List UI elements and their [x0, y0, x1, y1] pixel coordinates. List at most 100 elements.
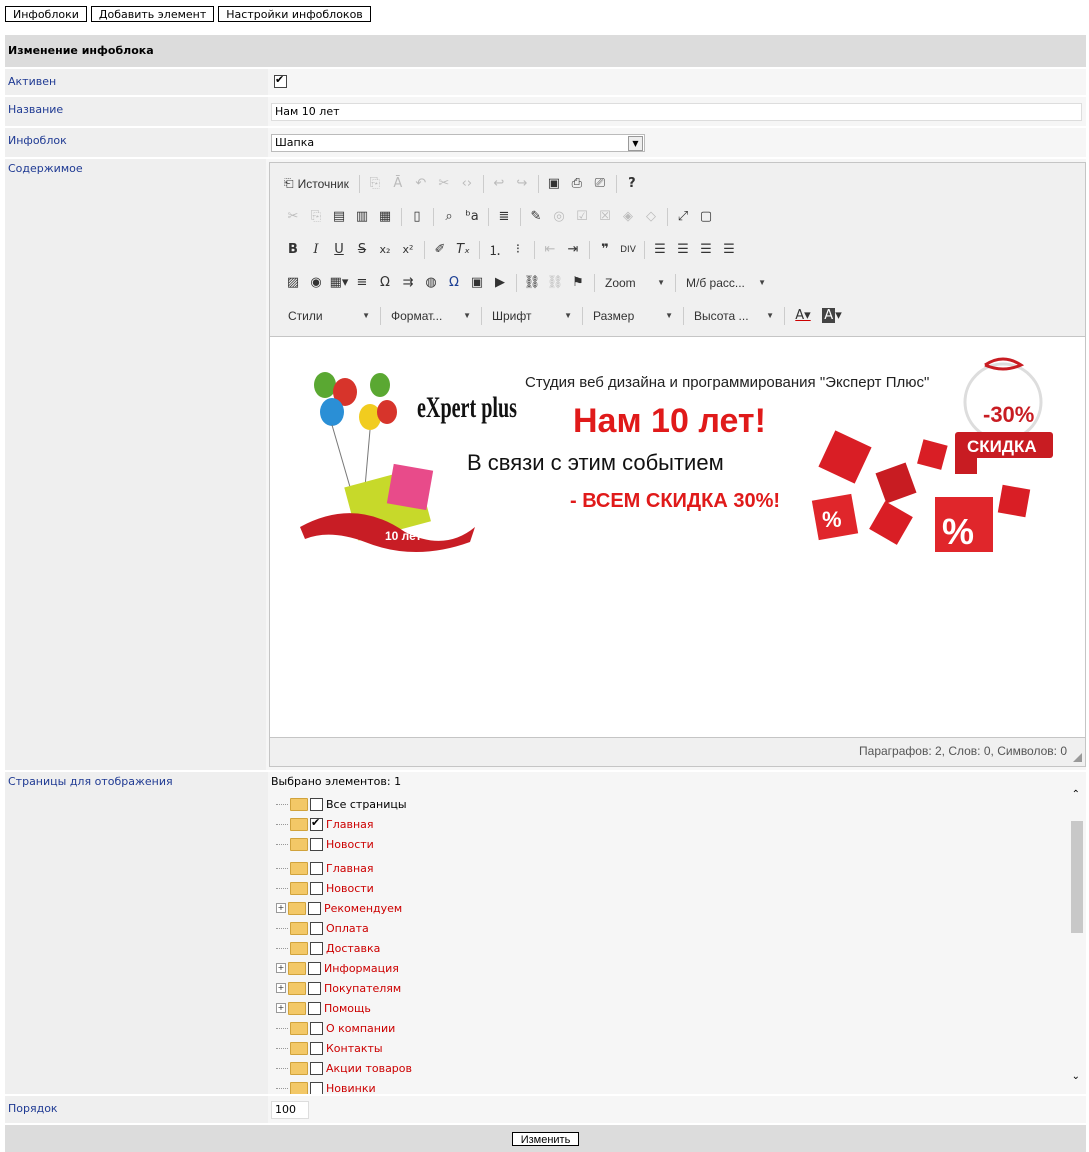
select-all-icon[interactable]: ≣ — [493, 206, 515, 228]
cut-icon[interactable]: ✂ — [282, 206, 304, 228]
search-icon[interactable]: ⌕ — [438, 206, 460, 228]
remove-format-icon[interactable]: Tₓ — [452, 239, 474, 261]
page-checkbox[interactable] — [308, 901, 321, 915]
superscript-icon[interactable]: x² — [397, 239, 419, 261]
page-label[interactable]: Новости — [326, 838, 374, 851]
active-checkbox[interactable] — [274, 73, 287, 88]
scrollbar-thumb[interactable] — [1071, 821, 1083, 933]
page-label[interactable]: Помощь — [324, 1002, 371, 1015]
help-icon[interactable]: ? — [621, 173, 643, 195]
size-combo[interactable]: Размер ▼ — [587, 305, 679, 327]
order-input[interactable]: 100 — [271, 1101, 309, 1119]
textfield-icon[interactable]: ☒ — [594, 206, 616, 228]
page-checkbox[interactable] — [310, 1041, 323, 1055]
indent-icon[interactable]: ⇥ — [562, 239, 584, 261]
page-checkbox[interactable] — [310, 837, 323, 851]
source-button[interactable]: ⎗ Источник — [282, 173, 355, 195]
page-checkbox[interactable] — [310, 941, 323, 955]
undo-icon[interactable]: ↩ — [488, 173, 510, 195]
underline-icon[interactable]: U — [328, 239, 350, 261]
table-icon[interactable]: ▦▾ — [328, 272, 350, 294]
maximize-icon[interactable]: ⤢ — [672, 206, 694, 228]
page-label[interactable]: Новинки — [326, 1082, 376, 1095]
print-icon[interactable]: ⎚ — [589, 173, 611, 195]
unlink-icon[interactable]: ⛓ — [544, 272, 566, 294]
expand-icon[interactable]: + — [276, 983, 286, 993]
font-combo[interactable]: Шрифт ▼ — [486, 305, 578, 327]
mb-combo[interactable]: М/б расс... ▼ — [680, 272, 772, 294]
editor-content[interactable]: 10 лет eXpert plus Студия веб дизайна и … — [270, 336, 1085, 738]
page-label[interactable]: Главная — [326, 818, 374, 831]
page-checkbox[interactable] — [310, 1061, 323, 1075]
align-justify-icon[interactable]: ☰ — [718, 239, 740, 261]
page-label[interactable]: Все страницы — [326, 798, 407, 811]
blockquote-icon[interactable]: ❞ — [594, 239, 616, 261]
replace-icon[interactable]: ᵇa — [461, 206, 483, 228]
template-icon[interactable]: ▯ — [406, 206, 428, 228]
resize-grip-icon[interactable] — [1073, 753, 1082, 762]
tree-scrollbar[interactable] — [1069, 803, 1084, 1093]
italic-icon[interactable]: I — [305, 239, 327, 261]
div-icon[interactable]: DIV — [617, 239, 639, 261]
chevron-down-icon[interactable]: ▼ — [628, 136, 643, 151]
page-label[interactable]: О компании — [326, 1022, 395, 1035]
page-break-icon[interactable]: ⇉ — [397, 272, 419, 294]
special-char-icon[interactable]: Ω — [374, 272, 396, 294]
preview-icon[interactable]: ⎙ — [566, 173, 588, 195]
strike-icon[interactable]: S — [351, 239, 373, 261]
redo-icon[interactable]: ↪ — [511, 173, 533, 195]
scroll-down-icon[interactable]: ⌄ — [1072, 1071, 1080, 1082]
submit-button[interactable]: Изменить — [511, 1131, 580, 1146]
save-template-icon[interactable]: ⎘ — [364, 173, 386, 195]
show-blocks-icon[interactable]: ▢ — [695, 206, 717, 228]
paste-text-icon[interactable]: ▥ — [351, 206, 373, 228]
text-color-icon[interactable]: A▾ — [789, 305, 817, 327]
expand-icon[interactable]: + — [276, 903, 286, 913]
page-label[interactable]: Контакты — [326, 1042, 383, 1055]
select-field-icon[interactable]: ◇ — [640, 206, 662, 228]
copy-format-icon[interactable]: ✐ — [429, 239, 451, 261]
scroll-up-icon[interactable]: ⌃ — [1072, 789, 1080, 800]
zoom-combo[interactable]: Zoom ▼ — [599, 272, 671, 294]
horizontal-line-icon[interactable]: ≡ — [351, 272, 373, 294]
bold-icon[interactable]: B — [282, 239, 304, 261]
bullet-list-icon[interactable]: ⁝ — [507, 239, 529, 261]
gallery-icon[interactable]: ▣ — [466, 272, 488, 294]
outdent-icon[interactable]: ⇤ — [539, 239, 561, 261]
page-checkbox[interactable] — [308, 961, 321, 975]
link-icon[interactable]: ⛓ — [521, 272, 543, 294]
numbered-list-icon[interactable]: ⒈ — [484, 239, 506, 261]
align-right-icon[interactable]: ☰ — [695, 239, 717, 261]
infoblock-settings-button[interactable]: Настройки инфоблоков — [218, 6, 371, 22]
copy-icon[interactable]: ⎘ — [305, 206, 327, 228]
page-checkbox[interactable] — [308, 1001, 321, 1015]
page-checkbox[interactable] — [310, 881, 323, 895]
add-element-button[interactable]: Добавить элемент — [90, 6, 215, 22]
line-height-combo[interactable]: Высота ... ▼ — [688, 305, 780, 327]
omega-icon[interactable]: Ω — [443, 272, 465, 294]
textarea-icon[interactable]: ◈ — [617, 206, 639, 228]
infoblock-select[interactable]: Шапка ▼ — [271, 134, 645, 152]
name-input[interactable]: Нам 10 лет — [271, 103, 1082, 121]
iframe-icon[interactable]: ◍ — [420, 272, 442, 294]
page-label[interactable]: Новости — [326, 882, 374, 895]
page-checkbox[interactable] — [310, 816, 323, 831]
styles-combo[interactable]: Стили ▼ — [282, 305, 376, 327]
page-label[interactable]: Покупателям — [324, 982, 401, 995]
page-label[interactable]: Информация — [324, 962, 399, 975]
page-checkbox[interactable] — [310, 797, 323, 811]
radio-icon[interactable]: ◎ — [548, 206, 570, 228]
page-label[interactable]: Доставка — [326, 942, 380, 955]
align-left-icon[interactable]: ☰ — [649, 239, 671, 261]
expand-icon[interactable]: + — [276, 1003, 286, 1013]
paste-word-icon[interactable]: ▦ — [374, 206, 396, 228]
remove-link-icon[interactable]: ✂ — [433, 173, 455, 195]
subscript-icon[interactable]: x₂ — [374, 239, 396, 261]
code-icon[interactable]: ‹› — [456, 173, 478, 195]
bg-color-icon[interactable]: A ▾ — [818, 305, 846, 327]
undo-link-icon[interactable]: ↶ — [410, 173, 432, 195]
form-icon[interactable]: ✎ — [525, 206, 547, 228]
page-checkbox[interactable] — [310, 861, 323, 875]
expand-icon[interactable]: + — [276, 963, 286, 973]
text-field-icon[interactable]: Ā — [387, 173, 409, 195]
